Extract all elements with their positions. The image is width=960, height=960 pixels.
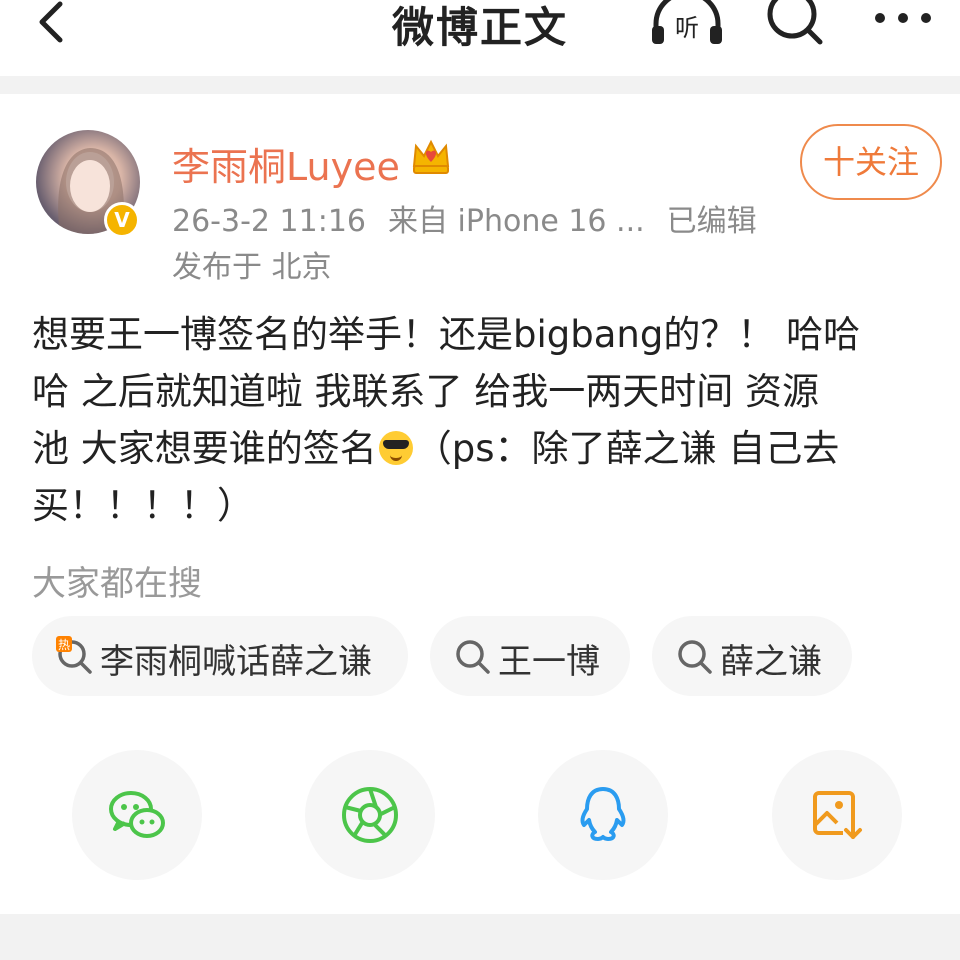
post-source: 来自 iPhone 16 ...	[388, 204, 645, 239]
trending-chip[interactable]: 热 李雨桐喊话薛之谦	[32, 616, 408, 696]
trending-chip-text: 李雨桐喊话薛之谦	[100, 642, 372, 682]
author-name[interactable]: 李雨桐Luyee	[172, 136, 400, 191]
hot-search-icon: 热	[54, 636, 94, 676]
more-dots-icon	[875, 13, 931, 23]
share-moments-button[interactable]	[305, 750, 435, 880]
crown-icon	[410, 136, 452, 178]
search-button[interactable]	[766, 0, 826, 46]
svg-text:热: 热	[58, 638, 70, 652]
more-options-button[interactable]	[870, 4, 940, 34]
post-location: 发布于 北京	[172, 250, 332, 285]
section-divider	[0, 76, 960, 94]
trending-chip[interactable]: 薛之谦	[652, 616, 852, 696]
listen-label: 听	[675, 14, 699, 42]
post-meta: 26-3-2 11:16 来自 iPhone 16 ... 已编辑	[172, 196, 779, 240]
post-body: 想要王一博签名的举手！还是bigbang的？！ 哈哈 哈 之后就知道啦 我联系了…	[32, 306, 932, 534]
headphones-icon: 听	[652, 0, 722, 44]
search-icon	[767, 0, 823, 45]
edited-label[interactable]: 已编辑	[667, 204, 757, 239]
follow-button[interactable]: 十关注	[800, 124, 942, 200]
post-timestamp: 26-3-2 11:16	[172, 204, 366, 239]
share-qq-button[interactable]	[538, 750, 668, 880]
share-wechat-button[interactable]	[72, 750, 202, 880]
bottom-divider	[0, 914, 960, 960]
top-bar: 微博正文 听	[0, 0, 960, 76]
save-image-icon	[813, 791, 863, 841]
cool-emoji-icon	[378, 431, 413, 465]
verified-badge-icon: V	[104, 202, 140, 238]
trending-label: 大家都在搜	[32, 564, 202, 604]
listen-button[interactable]: 听	[648, 0, 726, 46]
moments-icon	[342, 787, 398, 843]
trending-chip-text: 王一博	[498, 642, 600, 682]
trending-chip[interactable]: 王一博	[430, 616, 630, 696]
search-icon	[452, 636, 492, 676]
save-image-button[interactable]	[772, 750, 902, 880]
search-icon	[674, 636, 714, 676]
post-text-segment: 池 大家想要谁的签名	[32, 427, 377, 470]
wechat-icon	[109, 791, 165, 838]
trending-chip-text: 薛之谦	[720, 642, 822, 682]
post-text-line: 想要王一博签名的举手！还是bigbang的？！ 哈哈	[32, 313, 861, 356]
qq-icon	[580, 787, 626, 841]
post-text-line: 买！！！！）	[32, 484, 254, 527]
post-text-segment: （ps：除了薛之谦 自己去	[414, 427, 840, 470]
post-text-line: 池 大家想要谁的签名 （ps：除了薛之谦 自己去	[32, 420, 932, 477]
post-text-line: 哈 之后就知道啦 我联系了 给我一两天时间 资源	[32, 370, 820, 413]
